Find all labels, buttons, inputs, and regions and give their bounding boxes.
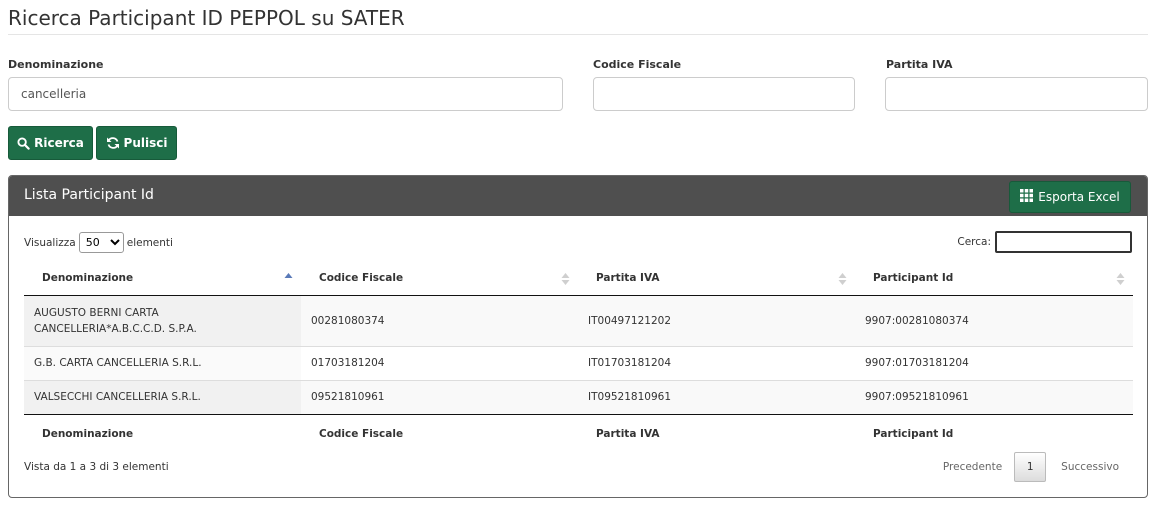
- col-header-label: Denominazione: [42, 272, 134, 285]
- cell-codice-fiscale: 09521810961: [301, 379, 578, 414]
- page-length-select[interactable]: 50: [78, 232, 124, 253]
- cell-codice-fiscale: 00281080374: [301, 295, 578, 346]
- search-button[interactable]: Ricerca: [8, 126, 93, 160]
- col-header-denominazione[interactable]: Denominazione: [24, 262, 301, 296]
- cell-partita-iva: IT09521810961: [578, 379, 855, 414]
- codice-fiscale-input[interactable]: [593, 77, 855, 111]
- cell-denominazione: AUGUSTO BERNI CARTA CANCELLERIA*A.B.C.C.…: [24, 295, 301, 346]
- cell-participant-id: 9907:00281080374: [855, 295, 1133, 346]
- table-search-input[interactable]: [995, 231, 1132, 253]
- sort-ascending-icon: [284, 272, 293, 287]
- grid-icon: [1020, 189, 1034, 205]
- cell-codice-fiscale: 01703181204: [301, 345, 578, 380]
- panel-title: Lista Participant Id: [24, 187, 154, 203]
- table-info: Vista da 1 a 3 di 3 elementi: [24, 461, 169, 473]
- pagination-next[interactable]: Successivo: [1046, 461, 1119, 473]
- cell-participant-id: 9907:09521810961: [855, 379, 1133, 414]
- table-search: Cerca:: [957, 231, 1132, 253]
- col-footer-codice-fiscale: Codice Fiscale: [301, 413, 578, 454]
- table-row[interactable]: G.B. CARTA CANCELLERIA S.R.L. 0170318120…: [24, 345, 1133, 380]
- denominazione-input[interactable]: [8, 77, 563, 111]
- table-row[interactable]: AUGUSTO BERNI CARTA CANCELLERIA*A.B.C.C.…: [24, 295, 1133, 346]
- col-header-label: Partita IVA: [596, 272, 660, 285]
- cell-participant-id: 9907:01703181204: [855, 345, 1133, 380]
- clear-button[interactable]: Pulisci: [96, 126, 177, 160]
- sort-both-icon: [561, 272, 570, 289]
- table-footer-row: Denominazione Codice Fiscale Partita IVA…: [24, 413, 1133, 454]
- pagination-page-1[interactable]: 1: [1014, 452, 1047, 482]
- sort-both-icon: [1116, 272, 1125, 289]
- col-header-label: Codice Fiscale: [319, 272, 404, 285]
- col-footer-participant-id: Participant Id: [855, 413, 1133, 454]
- export-excel-label: Esporta Excel: [1038, 190, 1120, 204]
- col-footer-partita-iva: Partita IVA: [578, 413, 855, 454]
- codice-fiscale-label: Codice Fiscale: [593, 58, 682, 71]
- page-title: Ricerca Participant ID PEPPOL su SATER: [8, 6, 405, 30]
- title-divider: [8, 34, 1148, 35]
- results-panel: Lista Participant Id Esporta Excel Visua…: [8, 175, 1148, 498]
- panel-header: Lista Participant Id Esporta Excel: [9, 176, 1147, 216]
- col-header-partita-iva[interactable]: Partita IVA: [578, 262, 855, 296]
- col-header-participant-id[interactable]: Participant Id: [855, 262, 1133, 296]
- clear-button-label: Pulisci: [123, 136, 168, 150]
- results-table: Denominazione Codice Fiscale Partita IVA: [24, 262, 1133, 454]
- table-row[interactable]: VALSECCHI CANCELLERIA S.R.L. 09521810961…: [24, 379, 1133, 414]
- length-suffix: elementi: [126, 236, 173, 249]
- sort-both-icon: [838, 272, 847, 289]
- cell-partita-iva: IT00497121202: [578, 295, 855, 346]
- page-length-control: Visualizza 50 elementi: [24, 232, 173, 253]
- table-header-row: Denominazione Codice Fiscale Partita IVA: [24, 262, 1133, 296]
- search-button-label: Ricerca: [34, 136, 84, 150]
- pagination: Precedente 1 Successivo: [931, 452, 1119, 482]
- table-search-label: Cerca:: [957, 236, 991, 248]
- cell-partita-iva: IT01703181204: [578, 345, 855, 380]
- pagination-previous[interactable]: Precedente: [931, 461, 1014, 473]
- cell-denominazione: G.B. CARTA CANCELLERIA S.R.L.: [24, 345, 301, 380]
- refresh-icon: [106, 136, 120, 150]
- cell-denominazione: VALSECCHI CANCELLERIA S.R.L.: [24, 379, 301, 414]
- col-footer-denominazione: Denominazione: [24, 413, 301, 454]
- col-header-codice-fiscale[interactable]: Codice Fiscale: [301, 262, 578, 296]
- length-prefix: Visualizza: [24, 236, 76, 249]
- denominazione-label: Denominazione: [8, 58, 104, 71]
- export-excel-button[interactable]: Esporta Excel: [1009, 181, 1131, 213]
- search-icon: [17, 136, 30, 150]
- partita-iva-label: Partita IVA: [886, 58, 953, 71]
- col-header-label: Participant Id: [873, 272, 954, 285]
- partita-iva-input[interactable]: [885, 77, 1148, 111]
